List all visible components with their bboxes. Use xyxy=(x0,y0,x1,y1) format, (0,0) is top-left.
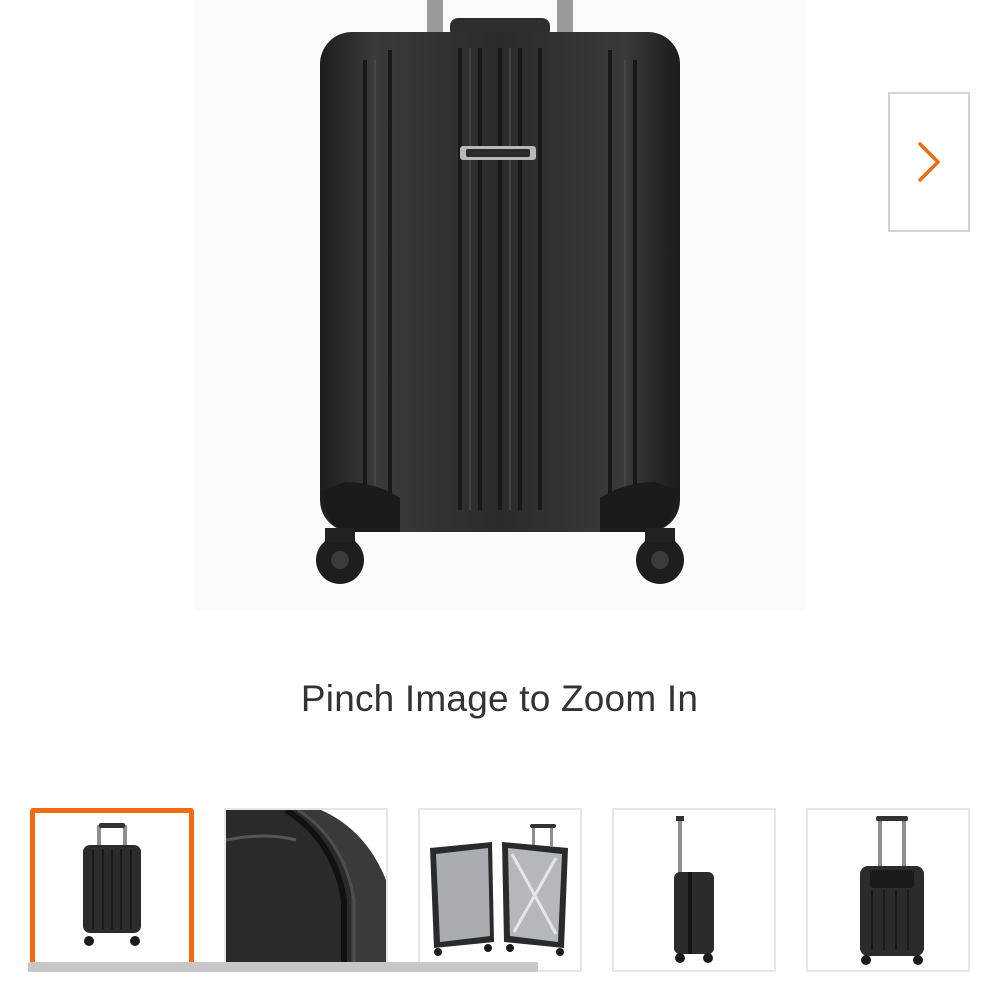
thumbnail-back-view[interactable] xyxy=(806,808,970,972)
chevron-right-icon xyxy=(918,142,940,182)
thumbnail-zipper-detail[interactable] xyxy=(224,808,388,972)
next-image-button[interactable] xyxy=(888,92,970,232)
thumbnail-front-view[interactable] xyxy=(30,808,194,972)
thumbnail-side-view[interactable] xyxy=(612,808,776,972)
main-product-image[interactable] xyxy=(195,0,805,610)
thumbnail-strip xyxy=(30,808,980,978)
zoom-hint-text: Pinch Image to Zoom In xyxy=(300,678,699,719)
thumbnail-open-interior[interactable] xyxy=(418,808,582,972)
thumbnail-scrollbar[interactable] xyxy=(28,962,538,972)
